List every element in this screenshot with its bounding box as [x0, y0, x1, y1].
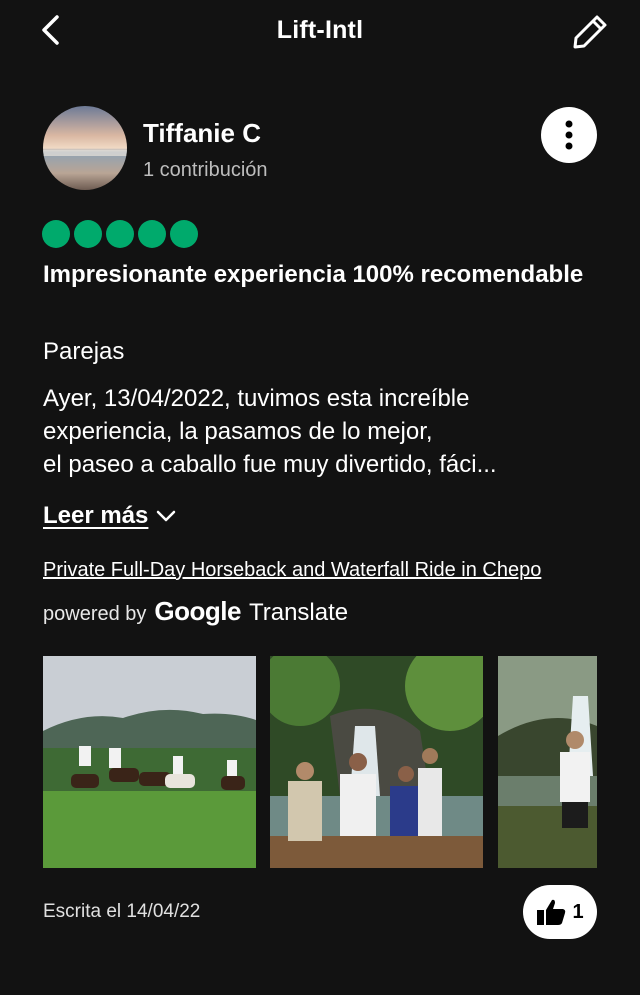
edit-button[interactable] [568, 10, 612, 54]
helpful-vote-button[interactable]: 1 [523, 885, 597, 939]
tour-link[interactable]: Private Full-Day Horseback and Waterfall… [43, 559, 541, 582]
trip-type: Parejas [43, 338, 125, 365]
written-date: Escrita el 14/04/22 [43, 901, 201, 922]
more-options-button[interactable] [541, 107, 597, 163]
read-more-button[interactable]: Leer más [43, 502, 176, 530]
rating-bubble [138, 220, 166, 248]
google-translate-attribution: powered by Google Translate [43, 596, 348, 627]
google-logo: Google [154, 596, 241, 626]
rating-bubble [42, 220, 70, 248]
avatar[interactable] [43, 106, 127, 190]
more-vertical-icon [565, 120, 573, 150]
pencil-icon [573, 15, 607, 49]
photo-gallery[interactable] [43, 656, 597, 868]
review-photo[interactable] [270, 656, 483, 868]
review-body-line: el paseo a caballo fue muy divertido, fá… [43, 451, 497, 478]
like-count: 1 [572, 900, 584, 923]
chevron-down-icon [157, 510, 176, 522]
review-body: Ayer, 13/04/2022, tuvimos esta increíble… [43, 382, 603, 481]
review-body-line: experiencia, la pasamos de lo mejor, [43, 418, 433, 445]
translate-label: Translate [248, 599, 349, 626]
rating-bubble [106, 220, 134, 248]
read-more-label: Leer más [43, 502, 149, 529]
contribution-count: 1 contribución [143, 159, 268, 181]
thumbs-up-icon [537, 899, 566, 925]
rating-bubble [170, 220, 198, 248]
review-photo[interactable] [43, 656, 256, 868]
rating-bubbles [42, 220, 198, 248]
author-name[interactable]: Tiffanie C [143, 118, 261, 149]
top-bar: Lift-Intl [0, 0, 640, 64]
rating-bubble [74, 220, 102, 248]
page-title: Lift-Intl [276, 16, 364, 44]
review-photo[interactable] [498, 656, 597, 868]
powered-by-label: powered by [43, 603, 147, 625]
review-title: Impresionante experiencia 100% recomenda… [43, 261, 584, 288]
review-body-line: Ayer, 13/04/2022, tuvimos esta increíble [43, 385, 470, 412]
